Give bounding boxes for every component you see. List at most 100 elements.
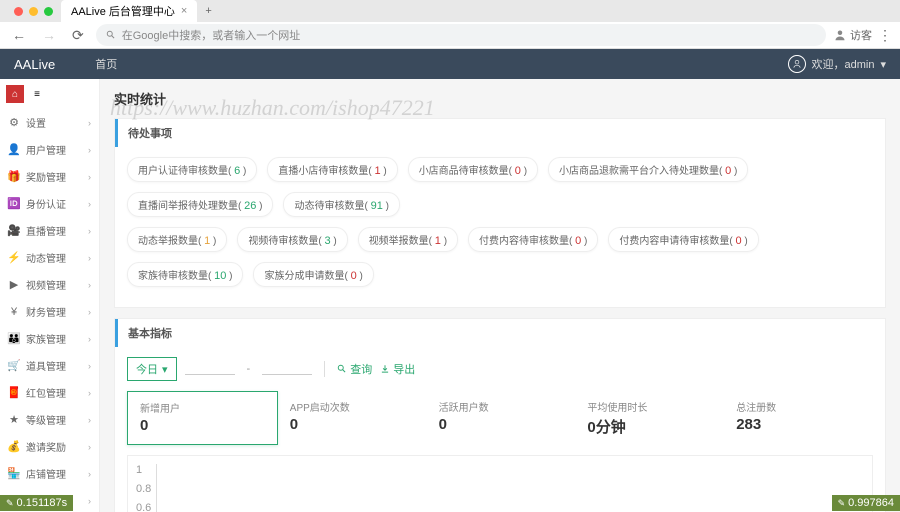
- browser-user-button[interactable]: 访客: [834, 27, 872, 43]
- sidebar-item-2[interactable]: 🎁奖励管理›: [0, 163, 99, 190]
- sidebar-icon: 🏪: [8, 468, 20, 480]
- pending-panel: 待处事项 用户认证待审核数量( 6 )直播小店待审核数量( 1 )小店商品待审核…: [114, 118, 886, 308]
- main-content: 实时统计 待处事项 用户认证待审核数量( 6 )直播小店待审核数量( 1 )小店…: [100, 79, 900, 512]
- sidebar-item-7[interactable]: ¥财务管理›: [0, 298, 99, 325]
- sidebar-icon: 👪: [8, 333, 20, 345]
- chevron-right-icon: ›: [88, 361, 91, 371]
- close-window-icon[interactable]: [14, 7, 23, 16]
- sidebar-item-13[interactable]: 🏪店铺管理›: [0, 460, 99, 487]
- chevron-right-icon: ›: [88, 253, 91, 263]
- maximize-window-icon[interactable]: [44, 7, 53, 16]
- sidebar-item-6[interactable]: ▶ 视频管理 ›: [0, 271, 99, 298]
- stat-label: 活跃用户数: [439, 399, 564, 414]
- window-controls[interactable]: [6, 7, 61, 16]
- sidebar-item-label: 家族管理: [26, 331, 82, 346]
- sidebar-icon: 🧧: [8, 387, 20, 399]
- chevron-right-icon: ›: [88, 280, 91, 290]
- sidebar-item-label: 等级管理: [26, 412, 82, 427]
- chevron-right-icon: ›: [88, 496, 91, 506]
- tab-bar: AALive 后台管理中心 × +: [0, 0, 900, 22]
- sidebar-toggle-menu[interactable]: ≡: [28, 85, 46, 103]
- sidebar: ⌂ ≡ ⚙设置› 👤 用户管理 › 🎁奖励管理› 🆔 身份认证 › 🎥 直播管理 › ⚡ 动态管理 › ▶ 视…: [0, 79, 100, 512]
- stat-value: 0: [290, 416, 415, 433]
- sidebar-item-9[interactable]: 🛒 道具管理 ›: [0, 352, 99, 379]
- metrics-panel: 基本指标 今日 ▾ - 查询: [114, 318, 886, 512]
- sidebar-icon: ⚙: [8, 117, 20, 129]
- pending-pill[interactable]: 家族分成申请数量( 0 ): [253, 262, 373, 287]
- pending-pill[interactable]: 小店商品待审核数量( 0 ): [408, 157, 538, 182]
- minimize-window-icon[interactable]: [29, 7, 38, 16]
- sidebar-item-label: 财务管理: [26, 304, 82, 319]
- line-chart: 10.80.60.40.20 00:0001:0002:0003:0004:00…: [127, 455, 873, 512]
- stat-box[interactable]: 新增用户0: [127, 391, 278, 445]
- stat-label: 平均使用时长: [587, 399, 712, 414]
- pending-pill[interactable]: 小店商品退款需平台介入待处理数量( 0 ): [548, 157, 748, 182]
- brand-logo[interactable]: AALive: [14, 57, 55, 72]
- new-tab-button[interactable]: +: [197, 5, 219, 17]
- sidebar-item-0[interactable]: ⚙设置›: [0, 109, 99, 136]
- sidebar-item-label: 用户管理: [26, 142, 82, 157]
- stat-box[interactable]: 总注册数283: [724, 391, 873, 445]
- pending-pill[interactable]: 视频举报数量( 1 ): [358, 227, 458, 252]
- browser-tab-title: AALive 后台管理中心: [71, 3, 175, 19]
- chevron-right-icon: ›: [88, 442, 91, 452]
- pending-pill[interactable]: 视频待审核数量( 3 ): [237, 227, 347, 252]
- close-tab-icon[interactable]: ×: [181, 5, 187, 17]
- chevron-right-icon: ›: [88, 307, 91, 317]
- sidebar-icon: ★: [8, 414, 20, 426]
- sidebar-icon: 👤: [8, 144, 20, 156]
- pending-pill[interactable]: 动态待审核数量( 91 ): [283, 192, 399, 217]
- user-icon: [834, 29, 846, 41]
- sidebar-item-label: 视频管理: [26, 277, 82, 292]
- stats-row: 新增用户0APP启动次数0活跃用户数0平均使用时长0分钟总注册数283: [127, 391, 873, 445]
- pending-pill[interactable]: 直播小店待审核数量( 1 ): [267, 157, 397, 182]
- address-input[interactable]: 在Google中搜索，或者输入一个网址: [96, 24, 826, 46]
- date-to-input[interactable]: [262, 363, 312, 375]
- avatar-icon: [788, 55, 806, 73]
- date-separator: -: [243, 363, 255, 375]
- sidebar-item-4[interactable]: 🎥直播管理›: [0, 217, 99, 244]
- browser-menu-button[interactable]: ⋮: [878, 27, 892, 44]
- sidebar-item-5[interactable]: ⚡ 动态管理 ›: [0, 244, 99, 271]
- sidebar-item-11[interactable]: ★ 等级管理 ›: [0, 406, 99, 433]
- chevron-down-icon: ▾: [162, 363, 168, 376]
- reload-button[interactable]: ⟳: [68, 27, 88, 44]
- stat-box[interactable]: 活跃用户数0: [427, 391, 576, 445]
- sidebar-toggle-home[interactable]: ⌂: [6, 85, 24, 103]
- pending-pill[interactable]: 直播间举报待处理数量( 26 ): [127, 192, 273, 217]
- nav-home[interactable]: 首页: [95, 56, 117, 72]
- sidebar-icon: 🆔: [8, 198, 20, 210]
- sidebar-item-10[interactable]: 🧧红包管理›: [0, 379, 99, 406]
- sidebar-item-3[interactable]: 🆔 身份认证 ›: [0, 190, 99, 217]
- user-menu[interactable]: 欢迎，admin ▾: [788, 55, 887, 73]
- pending-pill[interactable]: 付费内容申请待审核数量( 0 ): [608, 227, 758, 252]
- sidebar-item-8[interactable]: 👪家族管理›: [0, 325, 99, 352]
- sidebar-item-12[interactable]: 💰邀请奖励›: [0, 433, 99, 460]
- sidebar-icon: ▶: [8, 279, 20, 291]
- chevron-right-icon: ›: [88, 415, 91, 425]
- sidebar-item-label: 身份认证: [26, 196, 82, 211]
- stat-box[interactable]: 平均使用时长0分钟: [575, 391, 724, 445]
- sidebar-icon: 🎥: [8, 225, 20, 237]
- forward-button[interactable]: →: [38, 27, 60, 43]
- date-from-input[interactable]: [185, 363, 235, 375]
- export-button[interactable]: 导出: [380, 361, 415, 377]
- address-bar: ← → ⟳ 在Google中搜索，或者输入一个网址 访客 ⋮: [0, 22, 900, 48]
- browser-tab[interactable]: AALive 后台管理中心 ×: [61, 0, 197, 22]
- stat-box[interactable]: APP启动次数0: [278, 391, 427, 445]
- sidebar-item-label: 红包管理: [26, 385, 82, 400]
- sidebar-item-label: 直播管理: [26, 223, 82, 238]
- sidebar-icon: ⚡: [8, 252, 20, 264]
- sidebar-item-1[interactable]: 👤用户管理›: [0, 136, 99, 163]
- chevron-right-icon: ›: [88, 199, 91, 209]
- sidebar-item-label: 道具管理: [26, 358, 82, 373]
- back-button[interactable]: ←: [8, 27, 30, 43]
- sidebar-item-label: 动态管理: [26, 250, 82, 265]
- pending-pill[interactable]: 付费内容待审核数量( 0 ): [468, 227, 598, 252]
- pending-pill[interactable]: 动态举报数量( 1 ): [127, 227, 227, 252]
- search-button[interactable]: 查询: [337, 361, 372, 377]
- sidebar-icon: 🛒: [8, 360, 20, 372]
- pending-pill[interactable]: 家族待审核数量( 10 ): [127, 262, 243, 287]
- pending-pill[interactable]: 用户认证待审核数量( 6 ): [127, 157, 257, 182]
- date-range-select[interactable]: 今日 ▾: [127, 357, 177, 381]
